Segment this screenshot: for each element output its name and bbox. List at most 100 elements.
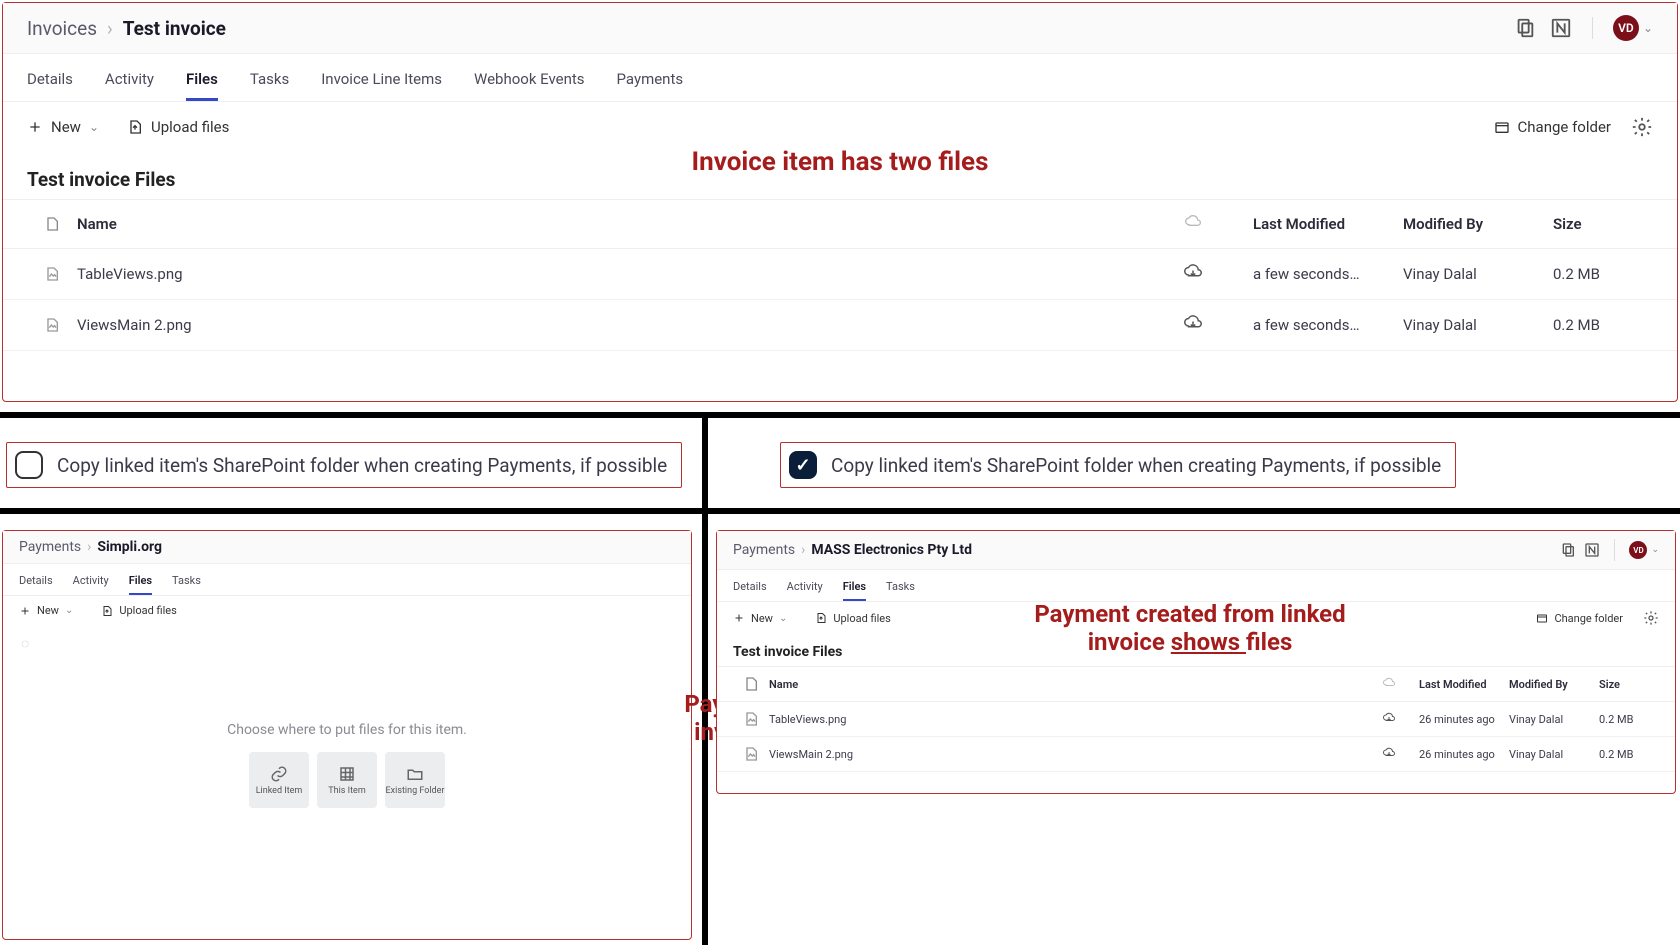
option-label: Copy linked item's SharePoint folder whe… [831,454,1441,477]
option-copy-folder-unchecked: Copy linked item's SharePoint folder whe… [6,442,682,488]
change-folder-label: Change folder [1518,118,1611,136]
col-name[interactable]: Name [769,678,1359,691]
divider-horizontal [0,508,1680,514]
tab-activity[interactable]: Activity [787,576,823,601]
table-row[interactable]: TableViews.png 26 minutes ago Vinay Dala… [717,702,1675,737]
file-size: 0.2 MB [1553,316,1653,334]
col-modified[interactable]: Last Modified [1253,215,1403,233]
tab-webhook-events[interactable]: Webhook Events [474,64,585,101]
table-row[interactable]: ViewsMain 2.png a few seconds… Vinay Dal… [3,300,1677,351]
user-menu[interactable]: VD ⌄ [1613,15,1653,41]
file-name: TableViews.png [769,713,1359,726]
option-copy-folder-checked: Copy linked item's SharePoint folder whe… [780,442,1456,488]
tabs: Details Activity Files Tasks Invoice Lin… [3,54,1677,102]
chevron-right-icon: › [801,542,805,558]
download-icon[interactable] [1359,747,1419,762]
notion-icon[interactable] [1584,542,1600,558]
tab-activity[interactable]: Activity [73,570,109,595]
table-row[interactable]: ViewsMain 2.png 26 minutes ago Vinay Dal… [717,737,1675,772]
tab-tasks[interactable]: Tasks [172,570,201,595]
file-modified: a few seconds… [1253,316,1403,334]
tab-invoice-line-items[interactable]: Invoice Line Items [321,64,442,101]
upload-label: Upload files [833,612,890,625]
upload-button[interactable]: Upload files [815,612,890,625]
chevron-down-icon: ⌄ [89,120,99,134]
separator [1614,539,1615,561]
chevron-right-icon: › [87,539,91,555]
breadcrumb-current: Simpli.org [97,539,162,555]
tab-files[interactable]: Files [129,570,152,595]
breadcrumb-root[interactable]: Invoices [27,17,97,40]
tab-payments[interactable]: Payments [617,64,684,101]
col-name[interactable]: Name [77,215,1133,233]
header-bar: Invoices › Test invoice VD ⌄ [3,3,1677,54]
avatar: VD [1629,541,1647,559]
download-icon[interactable] [1133,314,1253,336]
tabs: Details Activity Files Tasks [717,570,1675,602]
col-cloud-status [1133,214,1253,234]
file-modified: 26 minutes ago [1419,713,1509,726]
checkbox-checked[interactable] [789,451,817,479]
divider-vertical [702,412,708,945]
copy-icon[interactable] [1514,17,1536,39]
tab-details[interactable]: Details [27,64,73,101]
upload-button[interactable]: Upload files [127,118,229,136]
col-size[interactable]: Size [1553,215,1653,233]
change-folder-button[interactable]: Change folder [1536,612,1623,625]
settings-gear-icon[interactable] [1631,116,1653,138]
checkbox-unchecked[interactable] [15,451,43,479]
col-by[interactable]: Modified By [1403,215,1553,233]
user-menu[interactable]: VD ⌄ [1629,541,1659,559]
file-name: ViewsMain 2.png [77,316,1133,334]
linked-item-button[interactable]: Linked Item [249,752,309,808]
col-by[interactable]: Modified By [1509,678,1599,691]
new-label: New [37,604,59,617]
tab-files[interactable]: Files [843,576,866,601]
button-label: This Item [328,787,365,796]
download-icon[interactable] [1359,712,1419,727]
header-bar: Payments › Simpli.org [3,531,691,564]
notion-icon[interactable] [1550,17,1572,39]
tab-files[interactable]: Files [186,64,218,101]
new-label: New [51,118,81,136]
breadcrumb-root[interactable]: Payments [19,539,81,555]
header-bar: Payments › MASS Electronics Pty Ltd VD ⌄ [717,531,1675,570]
tab-tasks[interactable]: Tasks [886,576,915,601]
new-button[interactable]: New ⌄ [27,118,99,136]
breadcrumb-root[interactable]: Payments [733,542,795,558]
tab-tasks[interactable]: Tasks [250,64,289,101]
copy-icon[interactable] [1560,542,1576,558]
breadcrumb: Payments › Simpli.org [19,539,162,555]
upload-button[interactable]: Upload files [101,604,176,617]
tab-details[interactable]: Details [733,576,767,601]
download-icon[interactable] [1133,263,1253,285]
invoice-files-panel: Invoices › Test invoice VD ⌄ Details Act… [2,2,1678,402]
breadcrumb: Payments › MASS Electronics Pty Ltd [733,542,972,558]
tabs: Details Activity Files Tasks [3,564,691,596]
annotation-top: Invoice item has two files [692,147,989,177]
option-label: Copy linked item's SharePoint folder whe… [57,454,667,477]
avatar: VD [1613,15,1639,41]
tab-details[interactable]: Details [19,570,53,595]
file-modified: a few seconds… [1253,265,1403,283]
separator [1592,17,1593,39]
table-row[interactable]: TableViews.png a few seconds… Vinay Dala… [3,249,1677,300]
breadcrumb: Invoices › Test invoice [27,17,226,40]
col-cloud-status [1359,677,1419,692]
annotation-c: Payment created from linked invoice show… [980,600,1400,656]
change-folder-button[interactable]: Change folder [1494,118,1611,136]
breadcrumb-current: Test invoice [123,17,226,40]
new-button[interactable]: New ⌄ [733,612,787,625]
settings-gear-icon[interactable] [1643,610,1659,626]
new-button[interactable]: New ⌄ [19,604,73,617]
col-modified[interactable]: Last Modified [1419,678,1509,691]
chevron-down-icon: ⌄ [1643,21,1653,35]
col-size[interactable]: Size [1599,678,1659,691]
existing-folder-button[interactable]: Existing Folder [385,752,445,808]
chevron-down-icon: ⌄ [779,613,787,624]
file-size: 0.2 MB [1599,748,1659,761]
this-item-button[interactable]: This Item [317,752,377,808]
file-by: Vinay Dalal [1403,265,1553,283]
file-by: Vinay Dalal [1509,713,1599,726]
tab-activity[interactable]: Activity [105,64,154,101]
